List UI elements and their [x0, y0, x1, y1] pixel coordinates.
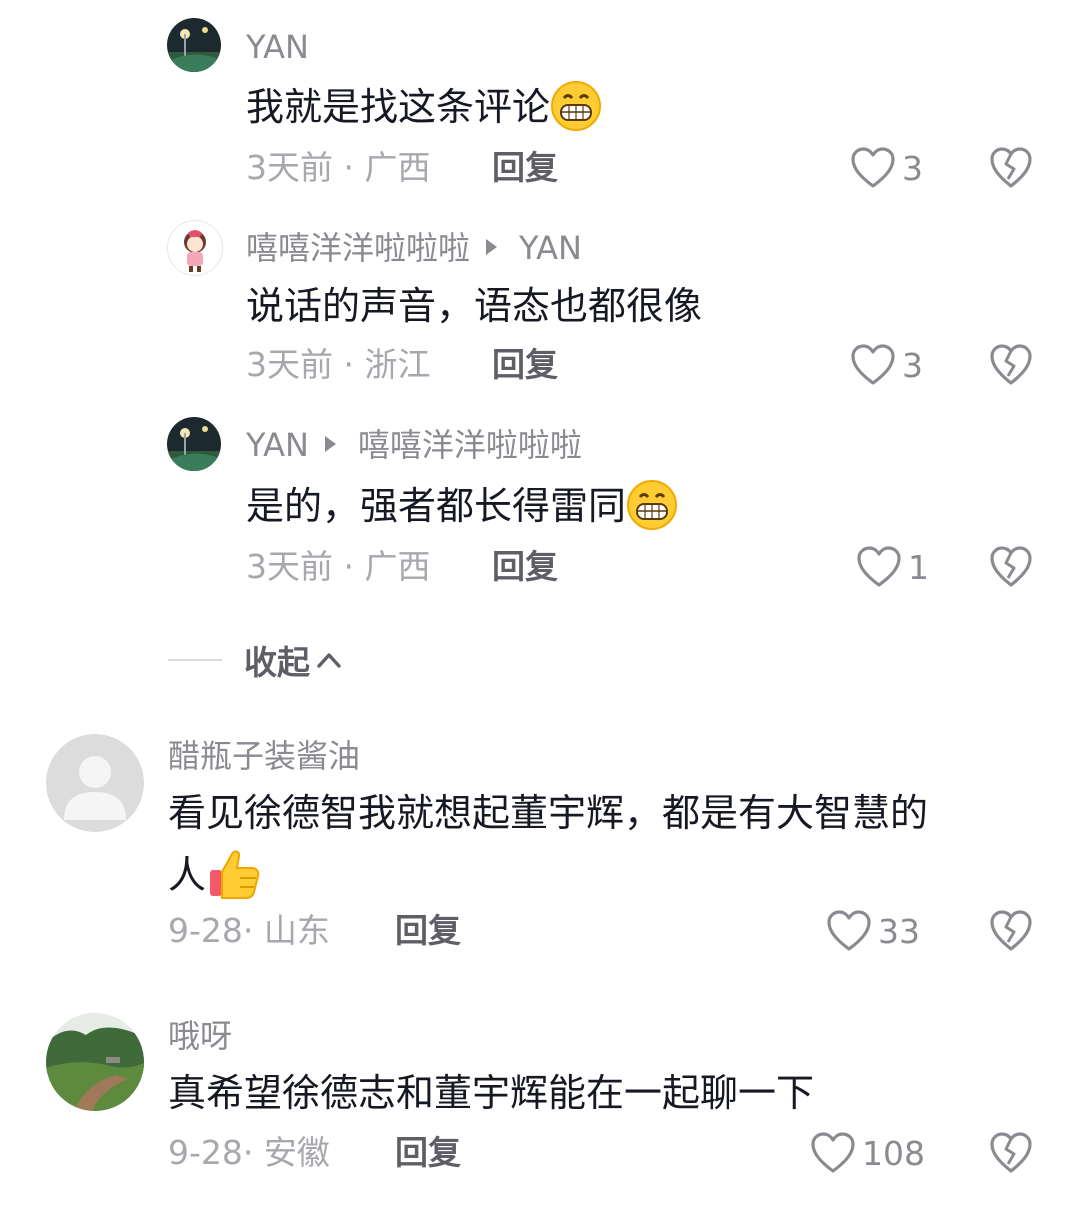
- comment-date: 9-28: [168, 1133, 243, 1172]
- like-count: 3: [902, 148, 923, 188]
- comment-date: 3天前: [246, 547, 333, 586]
- comment-text-content: 人: [168, 853, 207, 897]
- like-button[interactable]: 33: [826, 907, 920, 955]
- like-button[interactable]: 3: [850, 341, 923, 389]
- username-text[interactable]: YAN: [246, 28, 309, 66]
- comment-text: 说话的声音，语态也都很像: [246, 275, 702, 337]
- avatar[interactable]: [167, 417, 221, 471]
- collapse-label[interactable]: 收起: [244, 636, 310, 684]
- username-text[interactable]: 嘻嘻洋洋啦啦啦: [246, 229, 470, 267]
- avatar[interactable]: [167, 18, 221, 72]
- like-button[interactable]: 108: [810, 1129, 925, 1177]
- like-button[interactable]: 3: [850, 144, 923, 192]
- comment-location: 广西: [364, 148, 431, 187]
- divider-line: [168, 659, 222, 661]
- dislike-button[interactable]: [989, 1131, 1033, 1175]
- comment-text-content: 是的，强者都长得雷同: [246, 484, 627, 528]
- comment-text-content: 说话的声音，语态也都很像: [246, 284, 703, 328]
- meta-separator: ·: [343, 345, 355, 384]
- heart-icon: [856, 545, 908, 589]
- reply-to-username[interactable]: YAN: [519, 229, 582, 267]
- like-count: 3: [902, 345, 923, 385]
- avatar[interactable]: [167, 220, 223, 276]
- meta-separator: ·: [343, 148, 355, 187]
- comment-text-content: 真希望徐德志和董宇辉能在一起聊一下: [168, 1071, 815, 1115]
- like-count: 108: [862, 1133, 925, 1173]
- reply-to-username[interactable]: 嘻嘻洋洋啦啦啦: [358, 426, 582, 464]
- username-text[interactable]: 哦呀: [168, 1017, 232, 1055]
- reply-button[interactable]: 回复: [395, 911, 461, 951]
- comment-text: 我就是找这条评论: [246, 76, 602, 138]
- comment-date: 9-28: [168, 911, 243, 950]
- broken-heart-icon: [989, 146, 1033, 190]
- comment-date: 3天前: [246, 345, 333, 384]
- comment-meta: 9-28· 安徽: [168, 1133, 330, 1173]
- comment-location: 浙江: [364, 345, 431, 384]
- like-button[interactable]: 1: [856, 543, 929, 591]
- username[interactable]: 哦呀: [168, 1016, 232, 1056]
- heart-icon: [826, 909, 878, 953]
- grin-emoji: [626, 479, 678, 531]
- like-count: 33: [878, 911, 920, 951]
- dislike-button[interactable]: [989, 343, 1033, 387]
- username[interactable]: 嘻嘻洋洋啦啦啦 YAN: [246, 228, 582, 268]
- chevron-up-icon: [316, 650, 342, 670]
- reply-button[interactable]: 回复: [492, 547, 558, 587]
- username-text[interactable]: YAN: [246, 426, 309, 464]
- comment-meta: 3天前 · 广西: [246, 148, 431, 188]
- broken-heart-icon: [989, 909, 1033, 953]
- heart-icon: [810, 1131, 862, 1175]
- username[interactable]: YAN 嘻嘻洋洋啦啦啦: [246, 425, 582, 465]
- reply-arrow-icon: [324, 436, 336, 452]
- comment-text: 是的，强者都长得雷同: [246, 475, 678, 537]
- broken-heart-icon: [989, 343, 1033, 387]
- reply-button[interactable]: 回复: [492, 345, 558, 385]
- broken-heart-icon: [989, 1131, 1033, 1175]
- comment-location: 山东: [263, 911, 330, 950]
- comment-date: 3天前: [246, 148, 333, 187]
- avatar[interactable]: [46, 734, 144, 832]
- meta-separator: ·: [343, 547, 355, 586]
- reply-button[interactable]: 回复: [395, 1133, 461, 1173]
- avatar[interactable]: [46, 1013, 144, 1111]
- username[interactable]: YAN: [246, 27, 309, 67]
- comment-meta: 9-28· 山东: [168, 911, 330, 951]
- broken-heart-icon: [989, 545, 1033, 589]
- reply-button[interactable]: 回复: [492, 148, 558, 188]
- comment-text: 真希望徐德志和董宇辉能在一起聊一下: [168, 1062, 814, 1124]
- collapse-replies-button[interactable]: 收起: [168, 638, 342, 682]
- comment-text-content: 我就是找这条评论: [246, 85, 551, 129]
- comment-location: 安徽: [263, 1133, 330, 1172]
- like-count: 1: [908, 547, 929, 587]
- username[interactable]: 醋瓶子装酱油: [168, 736, 360, 776]
- username-text[interactable]: 醋瓶子装酱油: [168, 737, 360, 775]
- meta-separator: ·: [242, 1133, 254, 1172]
- grin-emoji: [550, 80, 602, 132]
- heart-icon: [850, 146, 902, 190]
- dislike-button[interactable]: [989, 146, 1033, 190]
- reply-arrow-icon: [486, 239, 498, 255]
- comment-meta: 3天前 · 浙江: [246, 345, 431, 385]
- dislike-button[interactable]: [989, 545, 1033, 589]
- comment-text-line: 看见徐德智我就想起董宇辉，都是有大智慧的: [168, 791, 929, 835]
- meta-separator: ·: [242, 911, 254, 950]
- comment-text: 看见徐德智我就想起董宇辉，都是有大智慧的 人: [168, 782, 928, 906]
- comment-text-line: 人: [168, 844, 928, 906]
- thumbs-up-emoji: [206, 846, 262, 902]
- dislike-button[interactable]: [989, 909, 1033, 953]
- comment-location: 广西: [364, 547, 431, 586]
- comment-meta: 3天前 · 广西: [246, 547, 431, 587]
- heart-icon: [850, 343, 902, 387]
